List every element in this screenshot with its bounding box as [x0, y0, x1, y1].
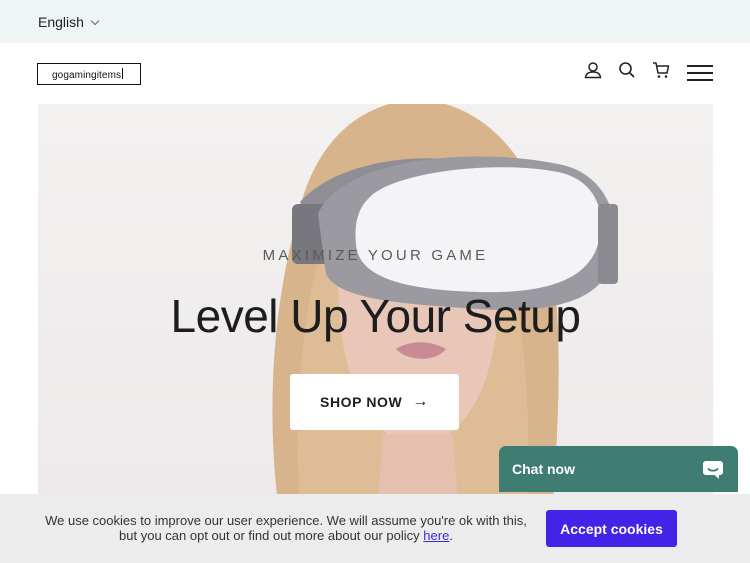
chevron-down-icon	[90, 16, 100, 25]
hero-banner: MAXIMIZE YOUR GAME Level Up Your Setup S…	[38, 104, 713, 504]
shop-now-button[interactable]: SHOP NOW →	[290, 374, 459, 430]
announcement-bar: English	[0, 0, 750, 43]
cart-icon[interactable]	[651, 60, 671, 85]
cookie-banner: We use cookies to improve our user exper…	[0, 494, 750, 563]
site-logo[interactable]: gogamingitems	[37, 63, 141, 85]
chat-widget-button[interactable]: Chat now	[499, 446, 738, 492]
accept-cookies-button[interactable]: Accept cookies	[546, 510, 677, 547]
cookie-message: We use cookies to improve our user exper…	[45, 513, 527, 543]
language-label: English	[38, 14, 84, 30]
chat-label: Chat now	[512, 461, 575, 477]
arrow-right-icon: →	[412, 393, 429, 410]
shop-now-label: SHOP NOW	[320, 394, 403, 410]
search-icon[interactable]	[617, 60, 637, 85]
account-icon[interactable]	[583, 60, 603, 85]
logo-text: gogamingitems	[52, 70, 122, 81]
menu-icon[interactable]	[687, 64, 713, 82]
text-cursor	[122, 68, 124, 79]
chat-bubble-icon	[703, 461, 723, 479]
language-selector[interactable]: English	[38, 14, 100, 30]
cookie-text: We use cookies to improve our user exper…	[45, 513, 527, 543]
cookie-policy-link[interactable]: here	[423, 528, 449, 543]
hero-headline: Level Up Your Setup	[170, 290, 581, 342]
hero-kicker: MAXIMIZE YOUR GAME	[262, 247, 489, 264]
